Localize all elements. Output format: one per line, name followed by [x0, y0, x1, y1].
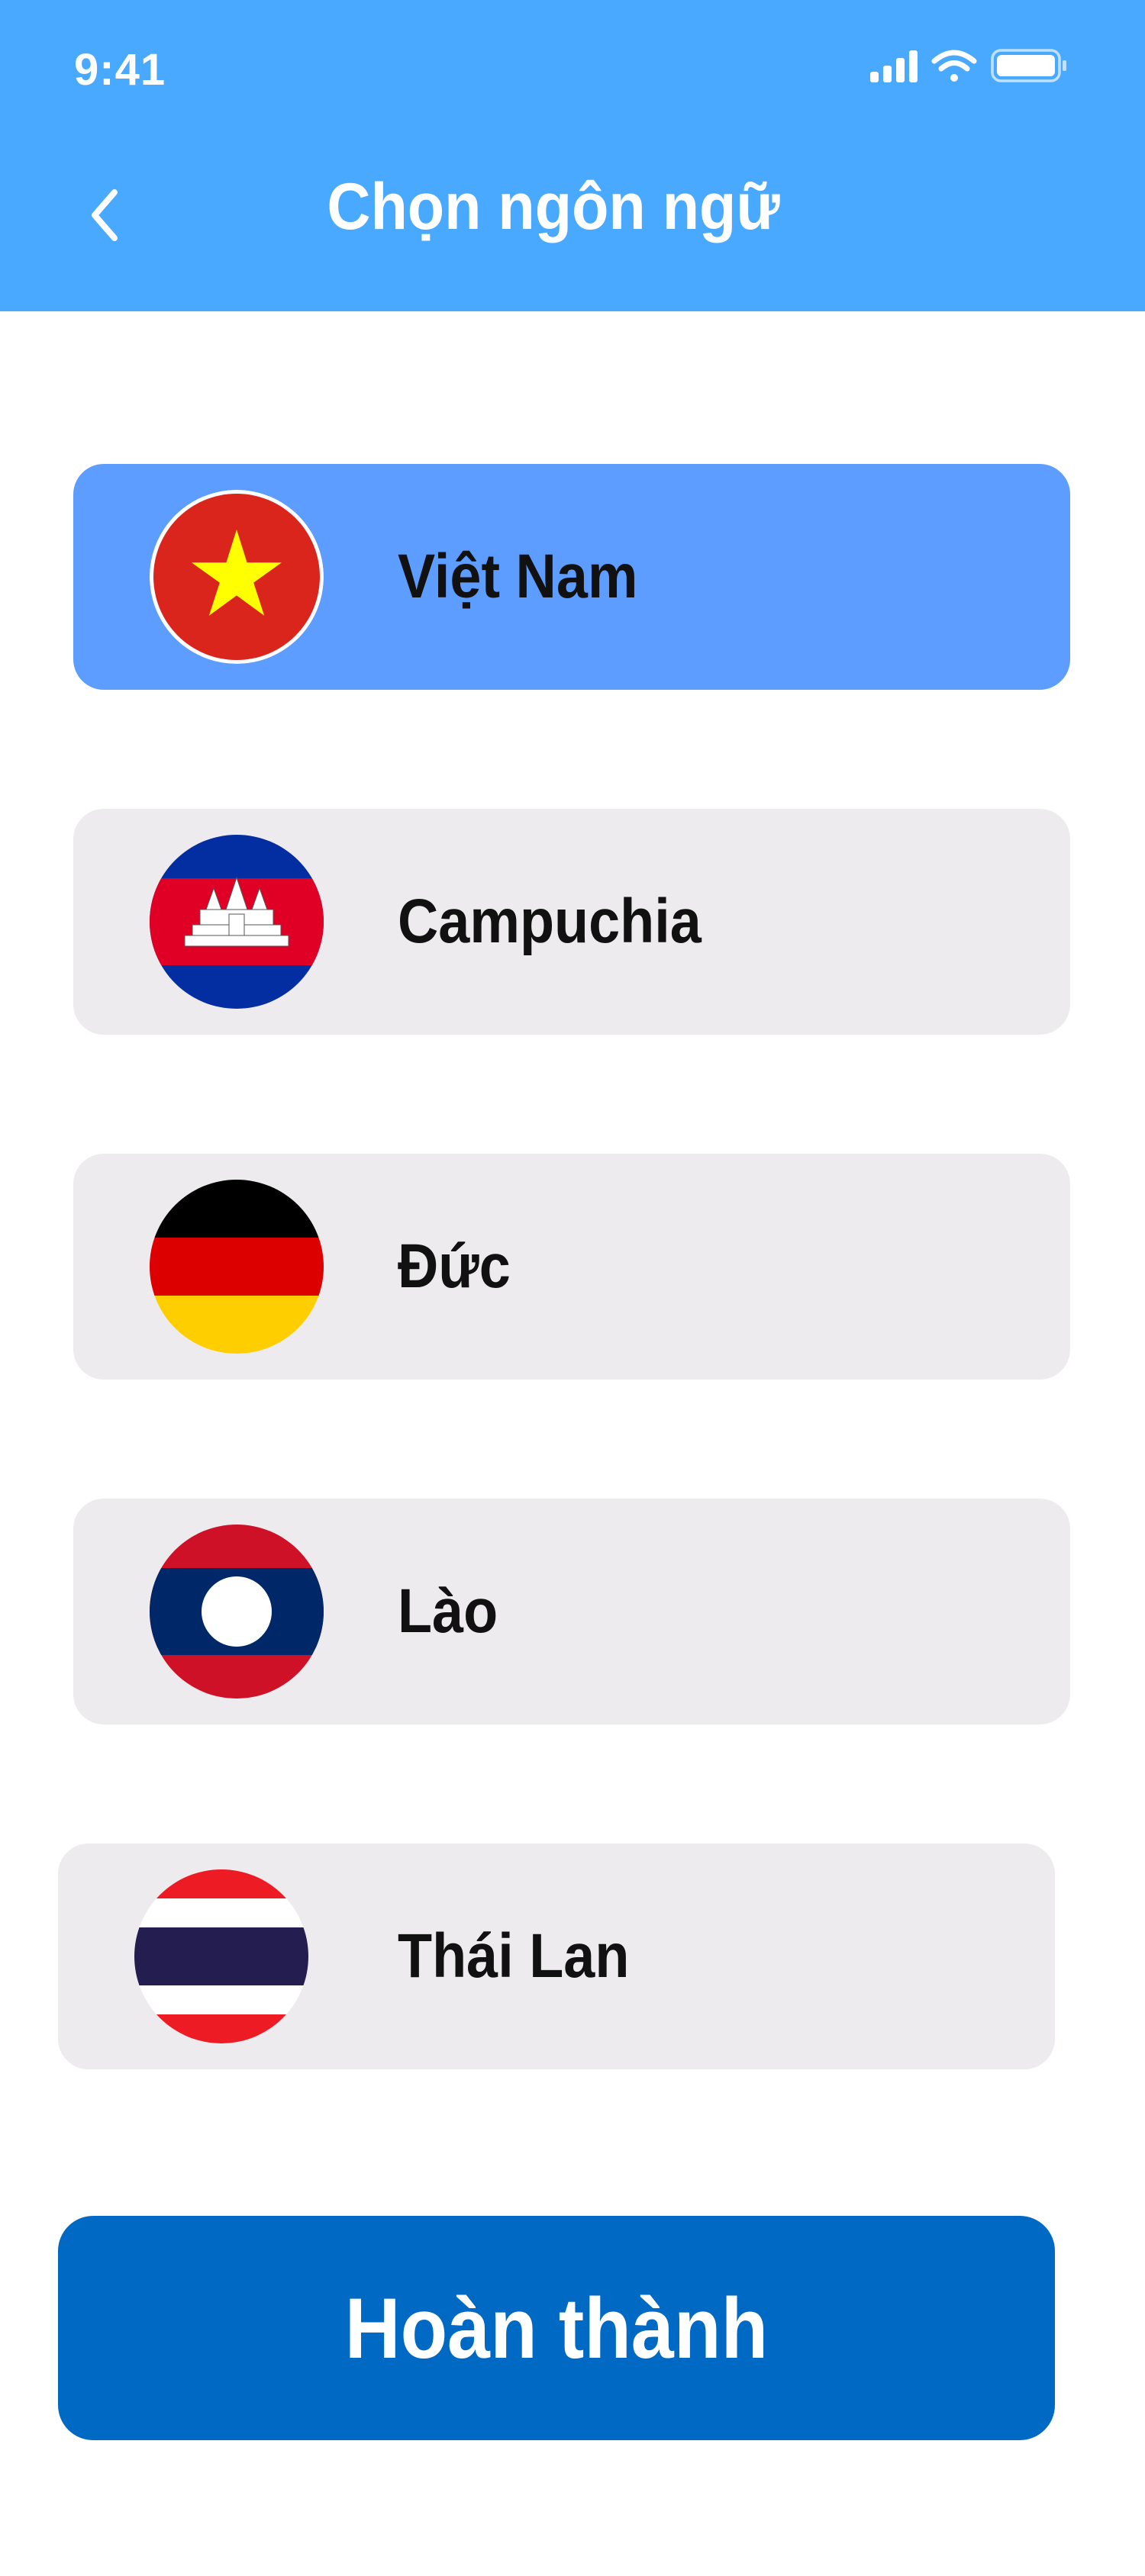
signal-icon: [870, 50, 918, 82]
language-option-laos[interactable]: Lào: [73, 1499, 1070, 1724]
wifi-icon: [931, 50, 977, 82]
laos-flag-icon: [150, 1525, 324, 1699]
app-header: 9:41 Chọn ngôn ngữ: [0, 0, 1145, 311]
language-label: Campuchia: [398, 887, 702, 956]
language-option-cambodia[interactable]: Campuchia: [73, 809, 1070, 1035]
language-label: Đức: [398, 1232, 511, 1301]
language-option-thailand[interactable]: Thái Lan: [58, 1843, 1055, 2069]
germany-flag-icon: [150, 1180, 324, 1354]
page-title: Chọn ngôn ngữ: [327, 170, 780, 243]
cambodia-flag-icon: [150, 835, 324, 1009]
status-time: 9:41: [74, 45, 166, 95]
done-button-label: Hoàn thành: [344, 2280, 769, 2376]
language-label: Việt Nam: [398, 542, 638, 611]
thailand-flag-icon: [134, 1869, 308, 2043]
status-icons: [870, 47, 1069, 93]
vietnam-flag-icon: [150, 490, 324, 664]
language-label: Lào: [398, 1576, 498, 1646]
language-option-germany[interactable]: Đức: [73, 1154, 1070, 1380]
battery-icon: [991, 49, 1066, 82]
language-label: Thái Lan: [398, 1921, 630, 1991]
language-option-vietnam[interactable]: Việt Nam: [73, 464, 1070, 690]
done-button[interactable]: Hoàn thành: [58, 2216, 1055, 2440]
